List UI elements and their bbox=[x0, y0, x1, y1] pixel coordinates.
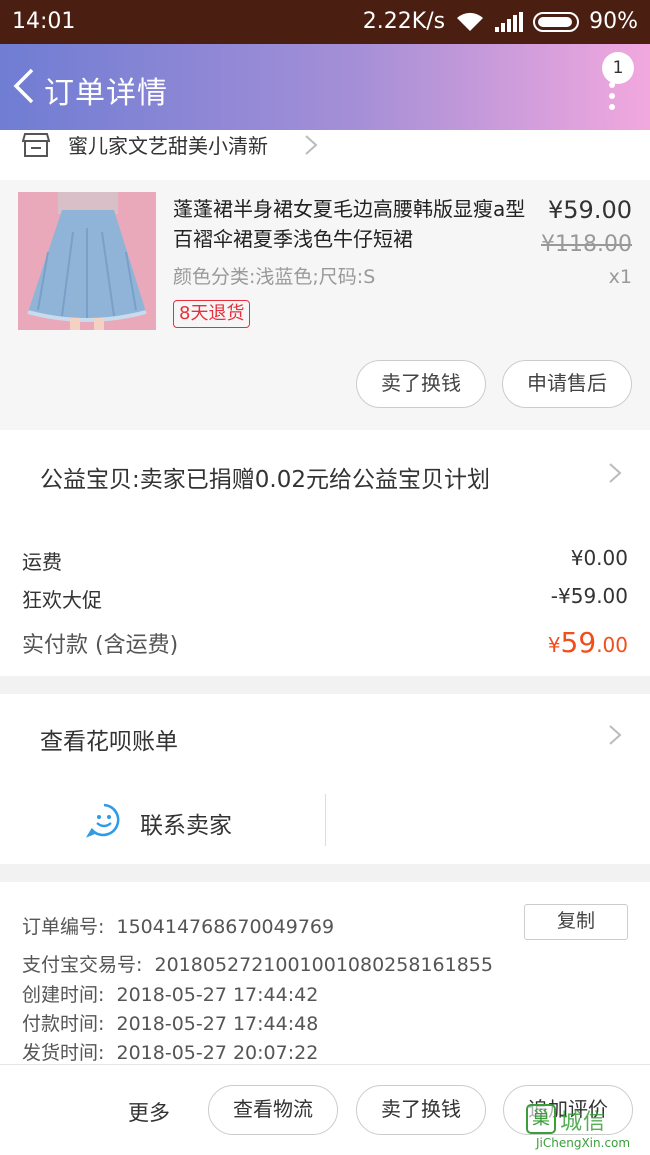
order-info-section: 订单编号: 150414768670049769 复制 支付宝交易号: 2018… bbox=[0, 882, 650, 1064]
promo-value: -¥59.00 bbox=[550, 584, 628, 608]
resell-button[interactable]: 卖了换钱 bbox=[356, 360, 486, 408]
order-number: 150414768670049769 bbox=[116, 916, 335, 938]
divider bbox=[325, 794, 326, 846]
page-title: 订单详情 bbox=[44, 76, 168, 111]
status-time: 14:01 bbox=[12, 9, 76, 34]
created-time-row: 创建时间: 2018-05-27 17:44:42 bbox=[22, 984, 319, 1006]
chevron-right-icon bbox=[304, 134, 318, 160]
watermark-cn: 城信 bbox=[560, 1110, 607, 1135]
alipay-number: 2018052721001001080258161855 bbox=[154, 954, 493, 976]
resell-button-bottom[interactable]: 卖了换钱 bbox=[356, 1085, 486, 1135]
product-spec: 颜色分类:浅蓝色;尺码:S bbox=[173, 266, 376, 288]
wifi-icon bbox=[455, 11, 485, 33]
shipping-fee-row: 运费 ¥0.00 bbox=[22, 546, 628, 575]
site-watermark: 巢 城信 JiChengXin.com bbox=[526, 1104, 646, 1154]
order-number-row: 订单编号: 150414768670049769 bbox=[22, 916, 335, 938]
shipped-time-row: 发货时间: 2018-05-27 20:07:22 bbox=[22, 1042, 319, 1064]
product-original-price: ¥118.00 bbox=[541, 232, 632, 257]
battery-icon bbox=[533, 11, 580, 32]
network-speed: 2.22K/s bbox=[362, 9, 446, 34]
watermark-logo-icon: 巢 bbox=[526, 1104, 556, 1134]
shop-row[interactable]: 蜜儿家文艺甜美小清新 bbox=[0, 130, 650, 180]
promo-label: 狂欢大促 bbox=[22, 588, 102, 612]
alipay-number-row: 支付宝交易号: 2018052721001001080258161855 bbox=[22, 954, 493, 976]
promo-row: 狂欢大促 -¥59.00 bbox=[22, 584, 628, 613]
back-arrow-icon[interactable] bbox=[10, 66, 40, 106]
chevron-right-icon bbox=[608, 724, 622, 750]
huabei-bill-link[interactable]: 查看花呗账单 bbox=[40, 722, 178, 756]
app-header: 订单详情 1 bbox=[0, 44, 650, 130]
chevron-right-icon bbox=[608, 462, 622, 488]
after-sale-button[interactable]: 申请售后 bbox=[502, 360, 632, 408]
created-time: 2018-05-27 17:44:42 bbox=[116, 984, 319, 1006]
paid-total-row: 实付款 (含运费) ¥59.00 bbox=[22, 626, 628, 659]
shipping-label: 运费 bbox=[22, 550, 62, 574]
product-image[interactable] bbox=[18, 192, 156, 330]
charity-and-fees-section: 公益宝贝:卖家已捐赠0.02元给公益宝贝计划 运费 ¥0.00 狂欢大促 -¥5… bbox=[0, 430, 650, 676]
return-policy-badge: 8天退货 bbox=[173, 300, 251, 328]
product-price: ¥59.00 bbox=[548, 196, 632, 224]
paid-time-row: 付款时间: 2018-05-27 17:44:48 bbox=[22, 1013, 319, 1035]
paid-label: 实付款 (含运费) bbox=[22, 633, 179, 658]
contact-seller-label: 联系卖家 bbox=[140, 813, 232, 839]
shipped-time: 2018-05-27 20:07:22 bbox=[116, 1042, 319, 1064]
shop-name: 蜜儿家文艺甜美小清新 bbox=[68, 134, 268, 158]
battery-percent: 90% bbox=[589, 9, 638, 34]
charity-text[interactable]: 公益宝贝:卖家已捐赠0.02元给公益宝贝计划 bbox=[40, 460, 490, 494]
product-title: 蓬蓬裙半身裙女夏毛边高腰韩版显瘦a型百褶伞裙夏季浅色牛仔短裙 bbox=[173, 197, 526, 251]
more-button[interactable]: 更多 bbox=[128, 1097, 170, 1127]
contact-seller-button[interactable]: 联系卖家 bbox=[85, 802, 232, 844]
huabei-section: 查看花呗账单 联系卖家 bbox=[0, 694, 650, 864]
signal-icon bbox=[495, 11, 524, 32]
status-bar: 14:01 2.22K/s 90% bbox=[0, 0, 650, 44]
shipping-value: ¥0.00 bbox=[570, 546, 628, 570]
view-logistics-button[interactable]: 查看物流 bbox=[208, 1085, 338, 1135]
paid-time: 2018-05-27 17:44:48 bbox=[116, 1013, 319, 1035]
copy-button[interactable]: 复制 bbox=[524, 904, 628, 940]
status-indicators: 2.22K/s 90% bbox=[363, 9, 638, 34]
chat-smile-icon bbox=[85, 802, 122, 844]
shop-icon bbox=[21, 132, 51, 158]
more-dots-icon[interactable] bbox=[608, 82, 616, 110]
watermark-en: JiChengXin.com bbox=[536, 1136, 631, 1150]
paid-amount: ¥59.00 bbox=[547, 626, 628, 659]
product-quantity: x1 bbox=[608, 266, 632, 288]
notification-badge: 1 bbox=[602, 52, 634, 84]
product-card[interactable]: 蓬蓬裙半身裙女夏毛边高腰韩版显瘦a型百褶伞裙夏季浅色牛仔短裙 颜色分类:浅蓝色;… bbox=[0, 180, 650, 430]
